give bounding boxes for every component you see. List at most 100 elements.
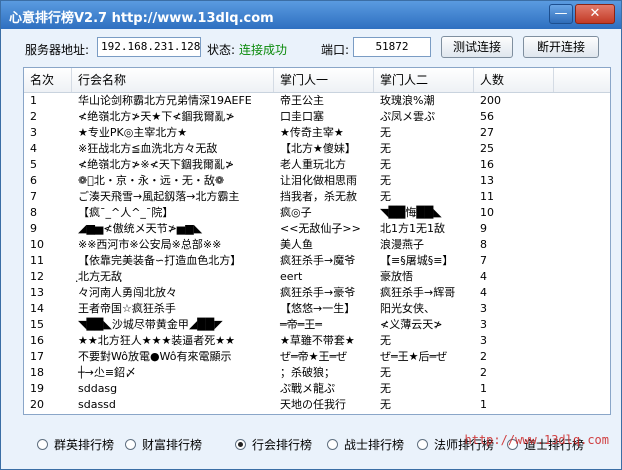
table-row[interactable]: 17 不要對Wô放電●Wô有來電顯示 ぜ═帝★王═ぜ ぜ═王★后═ぜ 2 bbox=[24, 349, 610, 365]
cell-guild-name: ※狂战北方≦血洗北方々无敌 bbox=[78, 142, 218, 155]
table-row[interactable]: 20 sdassd 天地の任我行 无 1 bbox=[24, 397, 610, 413]
status-label: 状态: bbox=[207, 43, 236, 57]
table-row[interactable]: 15 ◥██◣沙城尽带黄金甲◢██◤ ═帝═王═ ≮义薄云天≯ 3 bbox=[24, 317, 610, 333]
cell-member-count: 11 bbox=[480, 190, 494, 203]
list-header: 名次 行会名称 掌门人一 掌门人二 人数 bbox=[24, 68, 610, 93]
cell-member-count: 1 bbox=[480, 382, 487, 395]
cell-leader-one: 疯狂杀手→豪爷 bbox=[280, 286, 356, 299]
radio-wealth-ranking[interactable]: 财富排行榜 bbox=[125, 435, 202, 455]
table-row[interactable]: 13 々河南人勇闯北放々 疯狂杀手→豪爷 疯狂杀手→辉哥 4 bbox=[24, 285, 610, 301]
cell-member-count: 4 bbox=[480, 270, 487, 283]
cell-member-count: 56 bbox=[480, 110, 494, 123]
cell-rank: 17 bbox=[30, 350, 44, 363]
header-member-count[interactable]: 人数 bbox=[474, 68, 554, 92]
table-row[interactable]: 10 ※※西河市※公安局※总部※※ 美人鱼 浪漫燕子 8 bbox=[24, 237, 610, 253]
test-connection-button[interactable]: 测试连接 bbox=[441, 36, 513, 58]
table-row[interactable]: 19 sddasg ぷ戰メ龍ぷ 无 1 bbox=[24, 381, 610, 397]
radio-button-icon[interactable] bbox=[125, 439, 136, 450]
cell-leader-one: 挡我者，杀无赦 bbox=[280, 190, 357, 203]
table-row[interactable]: 5 ≮绝嶺北方≯※≮天下錮我爾亂≯ 老人重玩北方 无 16 bbox=[24, 157, 610, 173]
table-row[interactable]: 1 华山论剑称霸北方兄弟情深19AEFE 帝王公主 玫瑰浪%潮 200 bbox=[24, 93, 610, 109]
cell-guild-name: ❁ฺ北・京・永・远・无・敌ฺ❁ bbox=[78, 174, 225, 187]
cell-rank: 1 bbox=[30, 94, 37, 107]
close-button[interactable]: ✕ bbox=[575, 4, 615, 24]
cell-guild-name: ┼→尐≡鉊〆 bbox=[78, 366, 137, 379]
cell-leader-one: 帝王公主 bbox=[280, 94, 324, 107]
app-window: 心意排行榜V2.7 http://www.13dlq.com — ✕ 服务器地址… bbox=[0, 0, 622, 470]
cell-rank: 11 bbox=[30, 254, 44, 267]
cell-leader-two: 无 bbox=[380, 174, 391, 187]
cell-leader-one: 老人重玩北方 bbox=[280, 158, 346, 171]
header-guild-name[interactable]: 行会名称 bbox=[72, 68, 274, 92]
table-row[interactable]: 12ฺ北方ฺ无敌ฺ eert 豪放悟 4 bbox=[24, 269, 610, 285]
cell-leader-two: ぜ═王★后═ぜ bbox=[380, 350, 448, 363]
cell-leader-two: 无 bbox=[380, 382, 391, 395]
cell-leader-one: 疯◎子 bbox=[280, 206, 312, 219]
cell-rank: 13 bbox=[30, 286, 44, 299]
list-rows: 1 华山论剑称霸北方兄弟情深19AEFE 帝王公主 玫瑰浪%潮 200 2 ≮绝嶺北方≯天★… bbox=[24, 93, 610, 413]
header-leader-one[interactable]: 掌门人一 bbox=[274, 68, 374, 92]
table-row[interactable]: 14 王者帝国☆疯狂杀手 【悠悠→一生】 阳光女侠、 3 bbox=[24, 301, 610, 317]
radio-label: 战士排行榜 bbox=[344, 438, 405, 452]
minimize-button[interactable]: — bbox=[549, 4, 573, 24]
cell-rank: 10 bbox=[30, 238, 44, 251]
cell-guild-name: ≮绝嶺北方≯天★下≮錮我爾亂≯ bbox=[78, 110, 235, 123]
table-row[interactable]: 9 ◢▆▅≮傲统メ天节≯▅▆◣ <<无敌仙子>> 北1方1无1敌 9 bbox=[24, 221, 610, 237]
radio-button-icon[interactable] bbox=[235, 439, 246, 450]
table-row[interactable]: 11 【依靠完美装备∽打造血色北方】 疯狂杀手→魔爷 【≡§屠城§≡】 7 bbox=[24, 253, 610, 269]
table-row[interactable]: 6 ❁ฺ北・京・永・远・无・敌ฺ❁ 让泪化做相思雨 无 13 bbox=[24, 173, 610, 189]
cell-guild-name: ฺ北方ฺ无敌ฺ bbox=[78, 270, 122, 283]
table-row[interactable]: 3 ★专业PK◎主宰北方★ ★传奇主宰★ 无 27 bbox=[24, 125, 610, 141]
table-row[interactable]: 16 ★★北方狂人★★★装逼者死★★ ★草雖不带套★ 无 3 bbox=[24, 333, 610, 349]
cell-leader-two: 玫瑰浪%潮 bbox=[380, 94, 435, 107]
cell-leader-two: ◥██悔██◣ bbox=[380, 206, 442, 219]
cell-leader-two: ぷ凤メ雲ぷ bbox=[380, 110, 435, 123]
disconnect-button[interactable]: 断开连接 bbox=[523, 36, 599, 58]
cell-rank: 8 bbox=[30, 206, 37, 219]
radio-warrior-ranking[interactable]: 战士排行榜 bbox=[327, 435, 404, 455]
cell-rank: 5 bbox=[30, 158, 37, 171]
cell-leader-one: 【悠悠→一生】 bbox=[280, 302, 356, 315]
cell-rank: 2 bbox=[30, 110, 37, 123]
port-input[interactable]: 51872 bbox=[353, 37, 431, 57]
cell-leader-one: ═帝═王═ bbox=[280, 318, 322, 331]
cell-member-count: 1 bbox=[480, 398, 487, 411]
table-row[interactable]: 4 ※狂战北方≦血洗北方々无敌 【北方★傻妹】 无 25 bbox=[24, 141, 610, 157]
guild-ranking-list[interactable]: 名次 行会名称 掌门人一 掌门人二 人数 1 华山论剑称霸北方兄弟情深19AEFE… bbox=[23, 67, 611, 415]
table-row[interactable]: 8 【疯¯_^人^_¯院】 疯◎子 ◥██悔██◣ 10 bbox=[24, 205, 610, 221]
cell-guild-name: 王者帝国☆疯狂杀手 bbox=[78, 302, 176, 315]
table-row[interactable]: 7 ご湊天飛雪→風起釼落→北方霸主 挡我者，杀无赦 无 11 bbox=[24, 189, 610, 205]
radio-button-icon[interactable] bbox=[37, 439, 48, 450]
header-rank[interactable]: 名次 bbox=[24, 68, 72, 92]
radio-button-icon[interactable] bbox=[327, 439, 338, 450]
cell-leader-two: 阳光女侠、 bbox=[380, 302, 435, 315]
radio-label: 财富排行榜 bbox=[142, 438, 203, 452]
cell-rank: 6 bbox=[30, 174, 37, 187]
cell-rank: 12 bbox=[30, 270, 44, 283]
header-leader-two[interactable]: 掌门人二 bbox=[374, 68, 474, 92]
cell-leader-one: ★草雖不带套★ bbox=[280, 334, 355, 347]
cell-leader-one: eert bbox=[280, 270, 303, 283]
cell-member-count: 7 bbox=[480, 254, 487, 267]
cell-leader-one: ；杀破狼； bbox=[280, 366, 335, 379]
title-bar[interactable]: 心意排行榜V2.7 http://www.13dlq.com — ✕ bbox=[1, 1, 621, 29]
table-row[interactable]: 2 ≮绝嶺北方≯天★下≮錮我爾亂≯ 口圭口塞 ぷ凤メ雲ぷ 56 bbox=[24, 109, 610, 125]
radio-guild-ranking[interactable]: 行会排行榜 bbox=[235, 435, 312, 455]
cell-member-count: 13 bbox=[480, 174, 494, 187]
cell-rank: 7 bbox=[30, 190, 37, 203]
cell-leader-one: 天地の任我行 bbox=[280, 398, 346, 411]
cell-rank: 15 bbox=[30, 318, 44, 331]
cell-member-count: 8 bbox=[480, 238, 487, 251]
radio-label: 行会排行榜 bbox=[252, 438, 313, 452]
cell-rank: 9 bbox=[30, 222, 37, 235]
server-address-input[interactable]: 192.168.231.128 bbox=[97, 37, 201, 57]
cell-member-count: 3 bbox=[480, 302, 487, 315]
cell-leader-two: 无 bbox=[380, 126, 391, 139]
cell-member-count: 200 bbox=[480, 94, 501, 107]
cell-leader-one: 让泪化做相思雨 bbox=[280, 174, 357, 187]
cell-leader-one: <<无敌仙子>> bbox=[280, 222, 361, 235]
radio-button-icon[interactable] bbox=[417, 439, 428, 450]
cell-leader-one: 【北方★傻妹】 bbox=[280, 142, 356, 155]
radio-hero-ranking[interactable]: 群英排行榜 bbox=[37, 435, 114, 455]
table-row[interactable]: 18 ┼→尐≡鉊〆 ；杀破狼； 无 2 bbox=[24, 365, 610, 381]
